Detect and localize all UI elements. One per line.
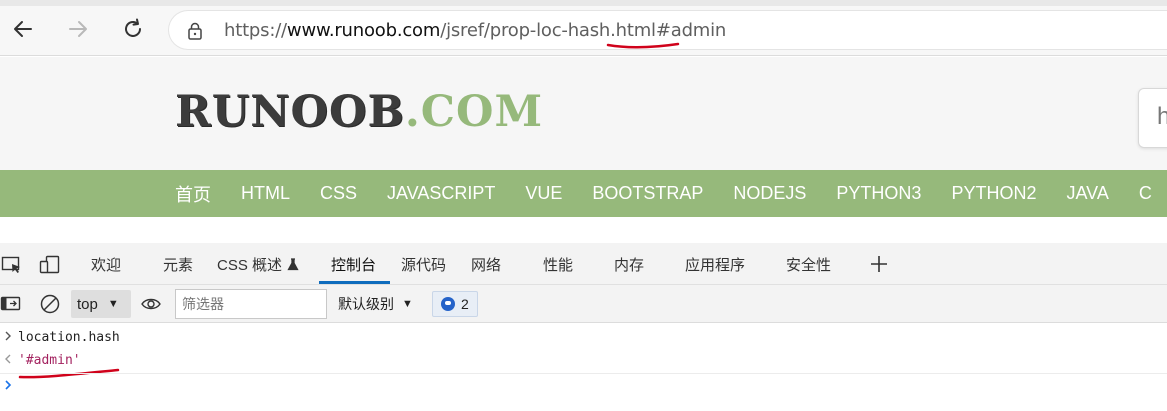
nav-item-html[interactable]: HTML <box>226 183 305 204</box>
tab-application[interactable]: 应用程序 <box>685 243 745 285</box>
tab-security[interactable]: 安全性 <box>786 243 831 285</box>
site-nav: 首页 HTML CSS JAVASCRIPT VUE BOOTSTRAP NOD… <box>0 170 1167 217</box>
arrow-right-icon <box>69 21 87 37</box>
nav-item-python2[interactable]: PYTHON2 <box>936 183 1051 204</box>
flask-icon <box>287 257 299 270</box>
console-input-line: location.hash <box>0 326 1167 350</box>
device-emulation-icon[interactable] <box>39 255 61 275</box>
site-logo[interactable]: RUNOOB.COM <box>175 91 543 134</box>
nav-item-python3[interactable]: PYTHON3 <box>821 183 936 204</box>
logo-main: RUNOOB <box>175 87 405 137</box>
chevron-left-icon <box>5 354 11 364</box>
context-select-value: top <box>77 295 98 313</box>
log-level-value: 默认级别 <box>338 296 394 312</box>
search-partial-text: h <box>1157 103 1167 130</box>
plus-icon[interactable] <box>869 254 889 274</box>
inspect-element-icon[interactable] <box>1 255 23 275</box>
tab-performance[interactable]: 性能 <box>543 243 573 285</box>
back-button[interactable] <box>8 14 38 44</box>
lock-icon[interactable] <box>187 22 203 40</box>
chevron-down-icon: ▼ <box>107 298 119 310</box>
nav-item-java[interactable]: JAVA <box>1051 183 1123 204</box>
red-underline-annotation-url <box>606 42 680 49</box>
tab-network[interactable]: 网络 <box>471 243 501 285</box>
url-scheme: https:// <box>224 20 287 41</box>
sidebar-toggle-icon[interactable] <box>0 294 22 314</box>
nav-item-css[interactable]: CSS <box>305 183 372 204</box>
tab-sources[interactable]: 源代码 <box>401 243 446 285</box>
nav-item-javascript[interactable]: JAVASCRIPT <box>372 183 510 204</box>
context-select[interactable]: top ▼ <box>71 290 131 318</box>
nav-item-nodejs[interactable]: NODEJS <box>718 183 821 204</box>
console-output[interactable]: location.hash '#admin' <box>0 324 1167 411</box>
active-tab-indicator <box>319 281 390 284</box>
nav-item-bootstrap[interactable]: BOOTSTRAP <box>577 183 718 204</box>
issues-count: 2 <box>461 296 469 312</box>
console-prompt-line[interactable] <box>0 375 1167 399</box>
tab-memory[interactable]: 内存 <box>614 243 644 285</box>
prompt-chevron-icon <box>5 380 12 390</box>
browser-toolbar: https://www.runoob.com/jsref/prop-loc-ha… <box>0 0 1167 56</box>
forward-button[interactable] <box>63 14 93 44</box>
tab-console[interactable]: 控制台 <box>331 243 376 285</box>
reload-icon <box>125 18 141 37</box>
nav-item-home[interactable]: 首页 <box>160 181 226 207</box>
site-header: RUNOOB.COM h <box>0 57 1167 170</box>
window-strip <box>0 0 1167 6</box>
log-level-select[interactable]: 默认级别 ▼ <box>338 290 413 318</box>
console-separator <box>0 373 1167 374</box>
nav-item-vue[interactable]: VUE <box>510 183 577 204</box>
tab-welcome[interactable]: 欢迎 <box>91 243 121 285</box>
url-host: www.runoob.com <box>286 20 441 41</box>
chevron-right-icon <box>5 331 11 341</box>
site-search-input[interactable]: h <box>1138 88 1167 148</box>
issues-badge[interactable]: 2 <box>432 291 478 317</box>
chevron-down-icon: ▼ <box>402 298 413 310</box>
console-input-text: location.hash <box>18 330 120 345</box>
logo-suffix: .COM <box>404 87 544 137</box>
console-result-line: '#admin' <box>0 349 1167 373</box>
reload-button[interactable] <box>118 14 148 44</box>
message-icon <box>441 297 455 311</box>
clear-console-icon[interactable] <box>39 293 61 315</box>
filter-input[interactable] <box>175 289 327 319</box>
eye-icon[interactable] <box>140 295 162 313</box>
arrow-left-icon <box>14 21 32 37</box>
tab-css-overview[interactable]: CSS 概述 <box>217 243 299 285</box>
nav-item-c[interactable]: C <box>1124 183 1167 204</box>
tab-css-overview-label: CSS 概述 <box>217 256 283 274</box>
console-toolbar: top ▼ 默认级别 ▼ 2 <box>0 285 1167 323</box>
tab-elements[interactable]: 元素 <box>163 243 193 285</box>
devtools-tab-bar: 欢迎 元素 CSS 概述 控制台 源代码 网络 性能 内存 应用程序 安全性 <box>0 243 1167 285</box>
